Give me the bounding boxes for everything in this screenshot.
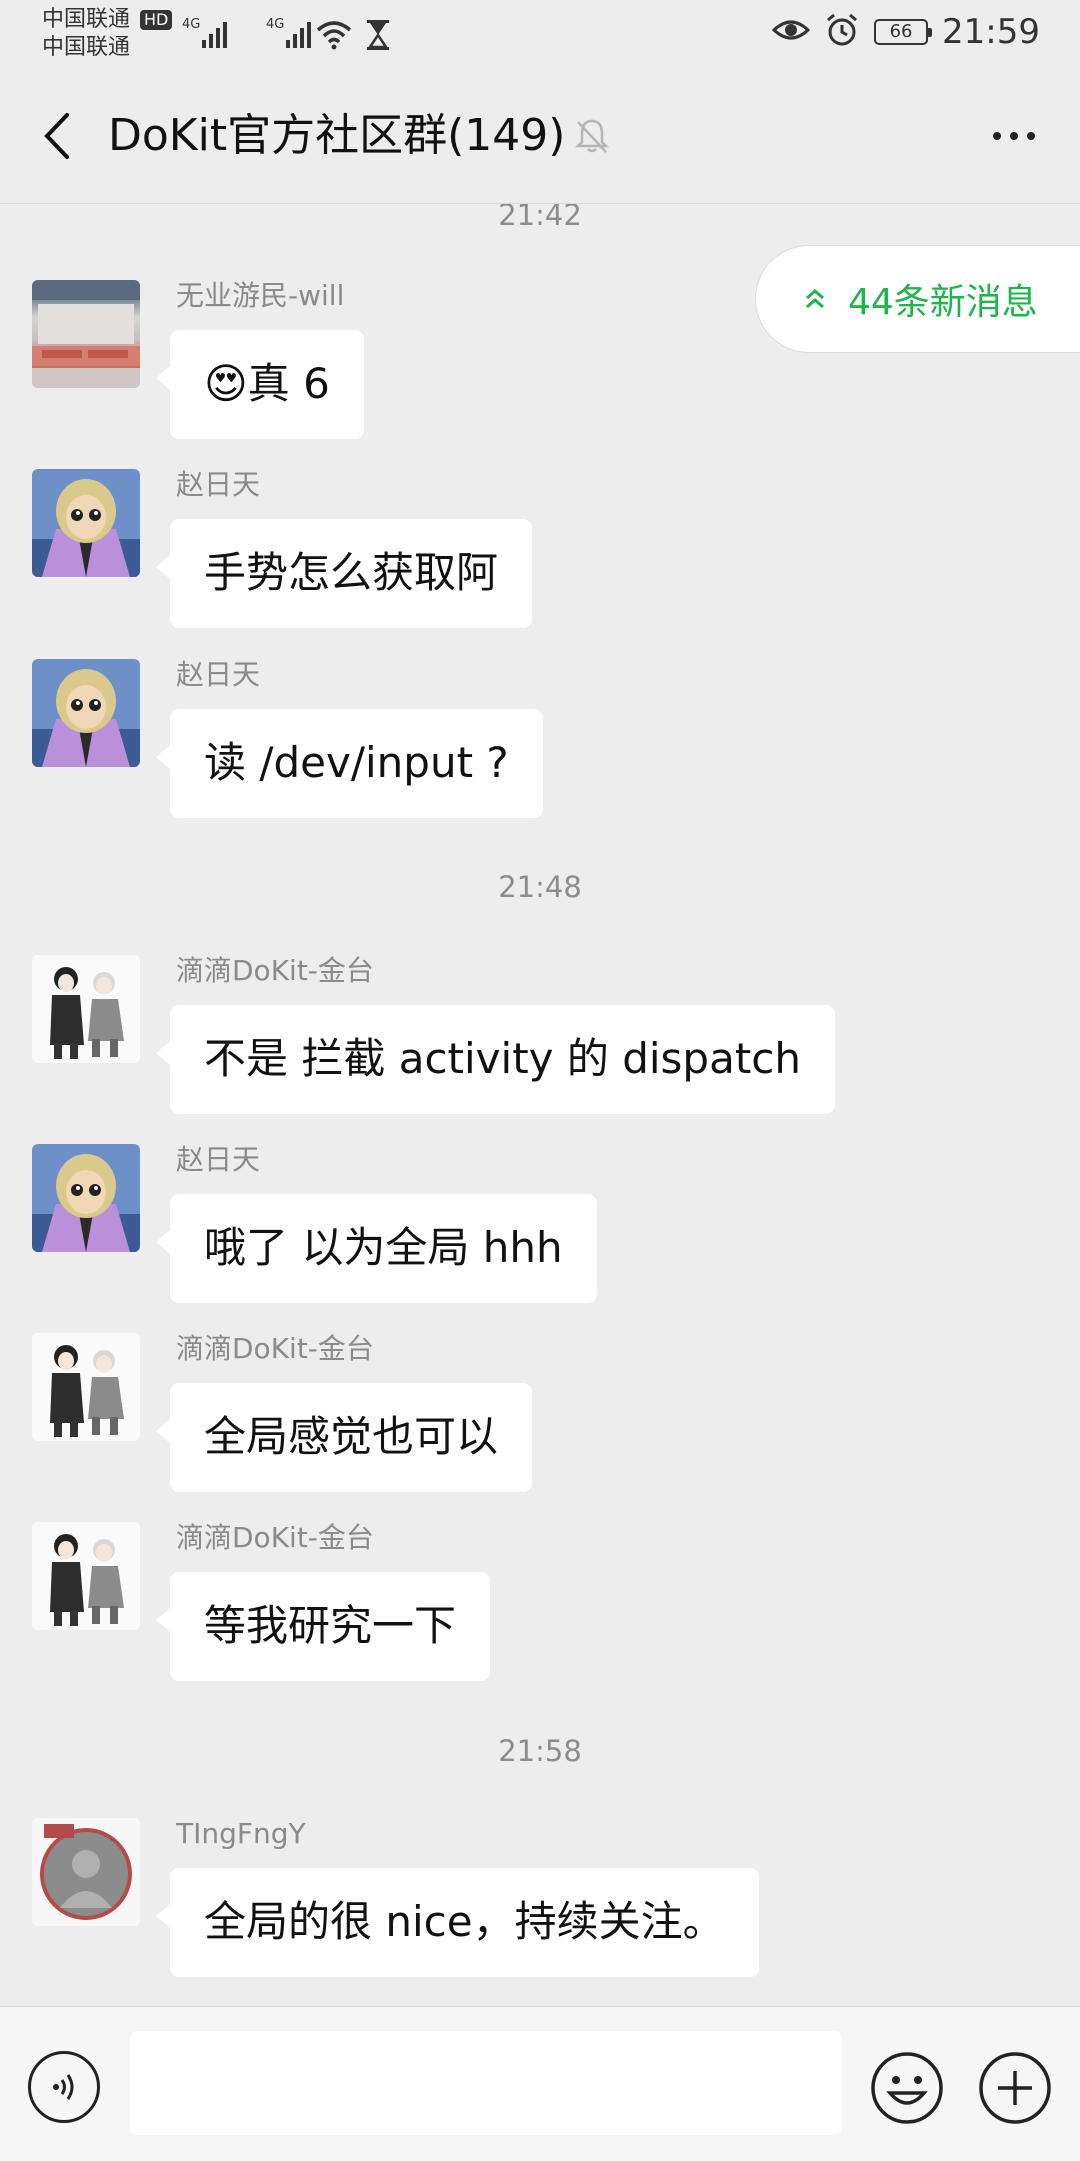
status-bar: 中国联通 HD 中国联通 4G 4G 66 21:59 bbox=[0, 0, 1080, 68]
more-icon-dot bbox=[1010, 132, 1018, 140]
sender-name: TIngFngY bbox=[176, 1817, 306, 1850]
status-icons-right: 66 21:59 bbox=[771, 12, 1040, 52]
status-time: 21:59 bbox=[942, 12, 1040, 52]
avatar[interactable] bbox=[32, 1818, 140, 1926]
emoji-icon bbox=[871, 2052, 943, 2124]
eye-icon bbox=[771, 16, 811, 48]
more-icon bbox=[993, 132, 1001, 140]
svg-text:4G: 4G bbox=[182, 17, 200, 32]
sender-name: 赵日天 bbox=[176, 658, 261, 691]
carrier-info: 中国联通 HD 中国联通 bbox=[42, 6, 173, 62]
emoji-button[interactable] bbox=[870, 2051, 944, 2125]
message-bubble[interactable]: 全局感觉也可以 bbox=[155, 1383, 533, 1492]
mute-bell-icon bbox=[572, 116, 612, 160]
sender-name: 赵日天 bbox=[176, 1143, 261, 1176]
battery-indicator: 66 bbox=[874, 19, 933, 45]
timestamp: 21:48 bbox=[498, 870, 582, 904]
hourglass-icon bbox=[364, 18, 392, 56]
alarm-icon bbox=[824, 12, 860, 52]
svg-text:4G: 4G bbox=[266, 17, 284, 32]
sender-name: 无业游民-will bbox=[176, 279, 345, 312]
voice-button[interactable] bbox=[28, 2051, 100, 2123]
message-text: 手势怎么获取阿 bbox=[204, 548, 499, 597]
carrier-name-1: 中国联通 bbox=[42, 7, 131, 32]
more-icon-dot bbox=[1027, 132, 1035, 140]
more-functions-button[interactable] bbox=[978, 2051, 1052, 2125]
hd-badge: HD bbox=[140, 10, 173, 30]
message-text: 读 /dev/input ? bbox=[204, 738, 509, 787]
message-bubble[interactable]: 😍真 6 bbox=[156, 330, 364, 439]
new-messages-button[interactable]: 44条新消息 bbox=[755, 245, 1080, 353]
message-text: 哦了 以为全局 hhh bbox=[204, 1223, 563, 1272]
message-text: 全局的很 nice，持续关注。 bbox=[204, 1897, 725, 1946]
carrier-name-2: 中国联通 bbox=[42, 35, 131, 60]
wifi-icon bbox=[314, 18, 354, 56]
avatar[interactable] bbox=[32, 955, 140, 1063]
message-text: 全局感觉也可以 bbox=[204, 1412, 499, 1461]
message-text: 等我研究一下 bbox=[204, 1601, 457, 1650]
timestamp: 21:42 bbox=[498, 204, 582, 232]
sender-name: 滴滴DoKit-金台 bbox=[176, 1521, 374, 1554]
plus-icon bbox=[979, 2052, 1051, 2124]
message-input[interactable] bbox=[130, 2031, 842, 2135]
signal-icon: 4G bbox=[182, 14, 242, 58]
sender-name: 滴滴DoKit-金台 bbox=[176, 1332, 374, 1365]
more-button[interactable] bbox=[984, 108, 1044, 164]
sender-name: 赵日天 bbox=[176, 468, 261, 501]
avatar[interactable] bbox=[32, 1333, 140, 1441]
input-bar bbox=[0, 2006, 1080, 2161]
heart-eyes-emoji: 😍 bbox=[204, 359, 248, 408]
double-chevron-up-icon bbox=[804, 279, 826, 320]
timestamp: 21:58 bbox=[498, 1734, 582, 1768]
message-text: 真 6 bbox=[247, 359, 330, 408]
avatar[interactable] bbox=[32, 659, 140, 767]
avatar[interactable] bbox=[32, 469, 140, 577]
message-bubble[interactable]: 手势怎么获取阿 bbox=[155, 519, 533, 628]
message-bubble[interactable]: 不是 拦截 activity 的 dispatch bbox=[155, 1005, 836, 1114]
message-text: 不是 拦截 activity 的 dispatch bbox=[204, 1034, 802, 1083]
message-bubble[interactable]: 读 /dev/input ? bbox=[156, 709, 543, 818]
message-bubble[interactable]: 等我研究一下 bbox=[155, 1572, 491, 1681]
back-button[interactable] bbox=[28, 98, 84, 174]
message-bubble[interactable]: 哦了 以为全局 hhh bbox=[156, 1194, 597, 1303]
avatar[interactable] bbox=[32, 1144, 140, 1252]
avatar[interactable] bbox=[32, 280, 140, 388]
avatar[interactable] bbox=[32, 1522, 140, 1630]
voice-icon bbox=[53, 2074, 74, 2100]
chat-header: DoKit官方社区群(149) bbox=[0, 68, 1080, 204]
page-title[interactable]: DoKit官方社区群(149) bbox=[108, 106, 565, 166]
sender-name: 滴滴DoKit-金台 bbox=[176, 954, 374, 987]
back-arrow-icon bbox=[44, 113, 69, 159]
message-list[interactable]: 21:42 无业游民-will 😍真 6 赵日天 手势怎么获取阿 赵日天 读 /… bbox=[0, 204, 1080, 2006]
new-messages-label: 44条新消息 bbox=[848, 282, 1038, 323]
message-bubble[interactable]: 全局的很 nice，持续关注。 bbox=[156, 1868, 759, 1977]
